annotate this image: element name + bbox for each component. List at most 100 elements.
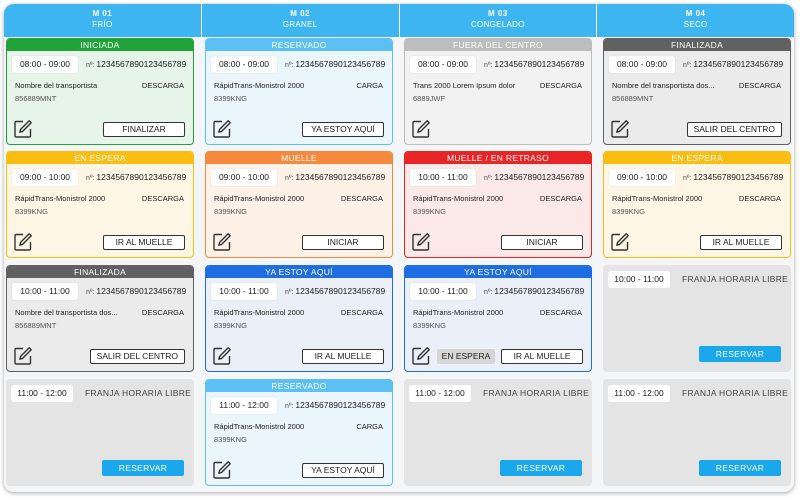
- reserve-button[interactable]: RESERVAR: [102, 460, 184, 476]
- operation-type: DESCARGA: [141, 308, 184, 317]
- license-plate: 6889JWF: [413, 94, 446, 103]
- card-action-button[interactable]: FINALIZAR: [103, 122, 185, 137]
- license-plate: 8399KNG: [214, 321, 247, 330]
- edit-icon[interactable]: [212, 232, 232, 252]
- booking-reference: nº: 1234567890123456789: [484, 169, 584, 187]
- reference-prefix: nº:: [683, 175, 692, 182]
- slot-time: 09:00 - 10:00: [211, 169, 277, 186]
- operation-type: DESCARGA: [340, 194, 383, 203]
- carrier-name: Nombre del transportista dos...: [15, 308, 118, 317]
- carrier-name: RápidTrans-Monistrol 2000: [612, 194, 703, 203]
- slot-time: 09:00 - 10:00: [609, 169, 675, 186]
- card-action-button[interactable]: SALIR DEL CENTRO: [686, 122, 782, 137]
- edit-icon[interactable]: [411, 232, 431, 252]
- en-espera-button[interactable]: EN ESPERA: [437, 349, 495, 364]
- operation-type: DESCARGA: [539, 308, 582, 317]
- operation-type: CARGA: [356, 81, 383, 90]
- card-action-button[interactable]: IR AL MUELLE: [103, 235, 185, 250]
- reference-prefix: nº:: [683, 62, 692, 69]
- edit-icon[interactable]: [212, 346, 232, 366]
- booking-reference: nº: 1234567890123456789: [86, 169, 186, 187]
- reference-number: 1234567890123456789: [295, 172, 386, 182]
- booking-reference: nº: 1234567890123456789: [285, 397, 385, 415]
- reference-prefix: nº:: [484, 62, 493, 69]
- booking-reference: nº: 1234567890123456789: [484, 56, 584, 74]
- reference-number: 1234567890123456789: [494, 172, 585, 182]
- reference-number: 1234567890123456789: [693, 59, 784, 69]
- edit-icon[interactable]: [610, 232, 630, 252]
- license-plate: 8399KNG: [413, 207, 446, 216]
- operation-type: DESCARGA: [340, 308, 383, 317]
- slot-time: 08:00 - 09:00: [12, 56, 78, 73]
- reserve-button[interactable]: RESERVAR: [500, 460, 582, 476]
- card-action-button[interactable]: YA ESTOY AQUÍ: [302, 122, 384, 137]
- operation-type: CARGA: [356, 422, 383, 431]
- slot-time: 08:00 - 09:00: [211, 56, 277, 73]
- free-slot-label: FRANJA HORARIA LIBRE: [483, 388, 590, 398]
- free-slot-card: 11:00 - 12:00 FRANJA HORARIA LIBRE RESERVA…: [6, 379, 194, 486]
- booking-card: YA ESTOY AQUÍ 10:00 - 11:00 nº: 12345678901…: [205, 265, 393, 372]
- slot-time: 11:00 - 12:00: [211, 397, 277, 414]
- reference-number: 1234567890123456789: [96, 172, 187, 182]
- dock-schedule-board: M 01 FRÍO M 02 GRANEL M 03 CONGELADO M 0…: [4, 4, 794, 492]
- reference-prefix: nº:: [86, 289, 95, 296]
- edit-icon[interactable]: [13, 119, 33, 139]
- reference-prefix: nº:: [285, 289, 294, 296]
- booking-reference: nº: 1234567890123456789: [683, 169, 783, 187]
- reference-number: 1234567890123456789: [494, 59, 585, 69]
- card-action-button[interactable]: INICIAR: [302, 235, 384, 250]
- card-action-button[interactable]: SALIR DEL CENTRO: [89, 349, 185, 364]
- status-badge: EN ESPERA: [604, 152, 790, 164]
- slot-time: 10:00 - 11:00: [608, 271, 670, 288]
- operation-type: DESCARGA: [141, 81, 184, 90]
- booking-card: INICIADA 08:00 - 09:00 nº: 1234567890123456…: [6, 38, 194, 145]
- dock-type: FRÍO: [92, 20, 113, 29]
- booking-reference: nº: 1234567890123456789: [285, 283, 385, 301]
- dock-code: M 04: [685, 9, 706, 18]
- edit-icon[interactable]: [411, 346, 431, 366]
- edit-icon[interactable]: [212, 119, 232, 139]
- card-action-button[interactable]: YA ESTOY AQUÍ: [302, 463, 384, 478]
- operation-type: DESCARGA: [738, 194, 781, 203]
- booking-card: YA ESTOY AQUÍ 10:00 - 11:00 nº: 12345678901…: [404, 265, 592, 372]
- booking-reference: nº: 1234567890123456789: [285, 56, 385, 74]
- card-action-button[interactable]: INICIAR: [501, 235, 583, 250]
- dock-type: SECO: [683, 20, 708, 29]
- slot-time: 11:00 - 12:00: [11, 385, 73, 402]
- booking-reference: nº: 1234567890123456789: [683, 56, 783, 74]
- free-slot-label: FRANJA HORARIA LIBRE: [682, 388, 789, 398]
- booking-reference: nº: 1234567890123456789: [86, 283, 186, 301]
- reserve-button[interactable]: RESERVAR: [699, 460, 781, 476]
- slot-time: 08:00 - 09:00: [410, 56, 476, 73]
- edit-icon[interactable]: [411, 119, 431, 139]
- edit-icon[interactable]: [212, 460, 232, 480]
- slot-time: 11:00 - 12:00: [409, 385, 471, 402]
- booking-card: RESERVADO 08:00 - 09:00 nº: 123456789012345…: [205, 38, 393, 145]
- slot-time: 08:00 - 09:00: [609, 56, 675, 73]
- license-plate: 8399KNG: [214, 435, 247, 444]
- free-slot-card: 10:00 - 11:00 FRANJA HORARIA LIBRE RESERVA…: [603, 265, 791, 372]
- status-badge: YA ESTOY AQUÍ: [206, 266, 392, 278]
- booking-reference: nº: 1234567890123456789: [86, 56, 186, 74]
- card-action-button[interactable]: IR AL MUELLE: [501, 349, 583, 364]
- status-badge: INICIADA: [7, 39, 193, 51]
- edit-icon[interactable]: [13, 232, 33, 252]
- free-slot-label: FRANJA HORARIA LIBRE: [85, 388, 192, 398]
- operation-type: DESCARGA: [738, 81, 781, 90]
- edit-icon[interactable]: [13, 346, 33, 366]
- edit-icon[interactable]: [610, 119, 630, 139]
- carrier-name: RápidTrans-Monistrol 2000: [214, 422, 305, 431]
- card-action-button[interactable]: IR AL MUELLE: [700, 235, 782, 250]
- reserve-button[interactable]: RESERVAR: [699, 346, 781, 362]
- license-plate: 8399KNG: [413, 321, 446, 330]
- dock-header-m03: M 03 CONGELADO: [399, 4, 598, 37]
- operation-type: DESCARGA: [539, 194, 582, 203]
- dock-header-m04: M 04 SECO: [597, 4, 794, 37]
- booking-card: FINALIZADA 08:00 - 09:00 nº: 12345678901234…: [603, 38, 791, 145]
- booking-card: RESERVADO 11:00 - 12:00 nº: 123456789012345…: [205, 379, 393, 486]
- card-action-button[interactable]: IR AL MUELLE: [302, 349, 384, 364]
- license-plate: 856889MNT: [15, 94, 57, 103]
- status-badge: FINALIZADA: [7, 266, 193, 278]
- license-plate: 8399KNG: [214, 207, 247, 216]
- carrier-name: RápidTrans-Monistrol 2000: [413, 194, 504, 203]
